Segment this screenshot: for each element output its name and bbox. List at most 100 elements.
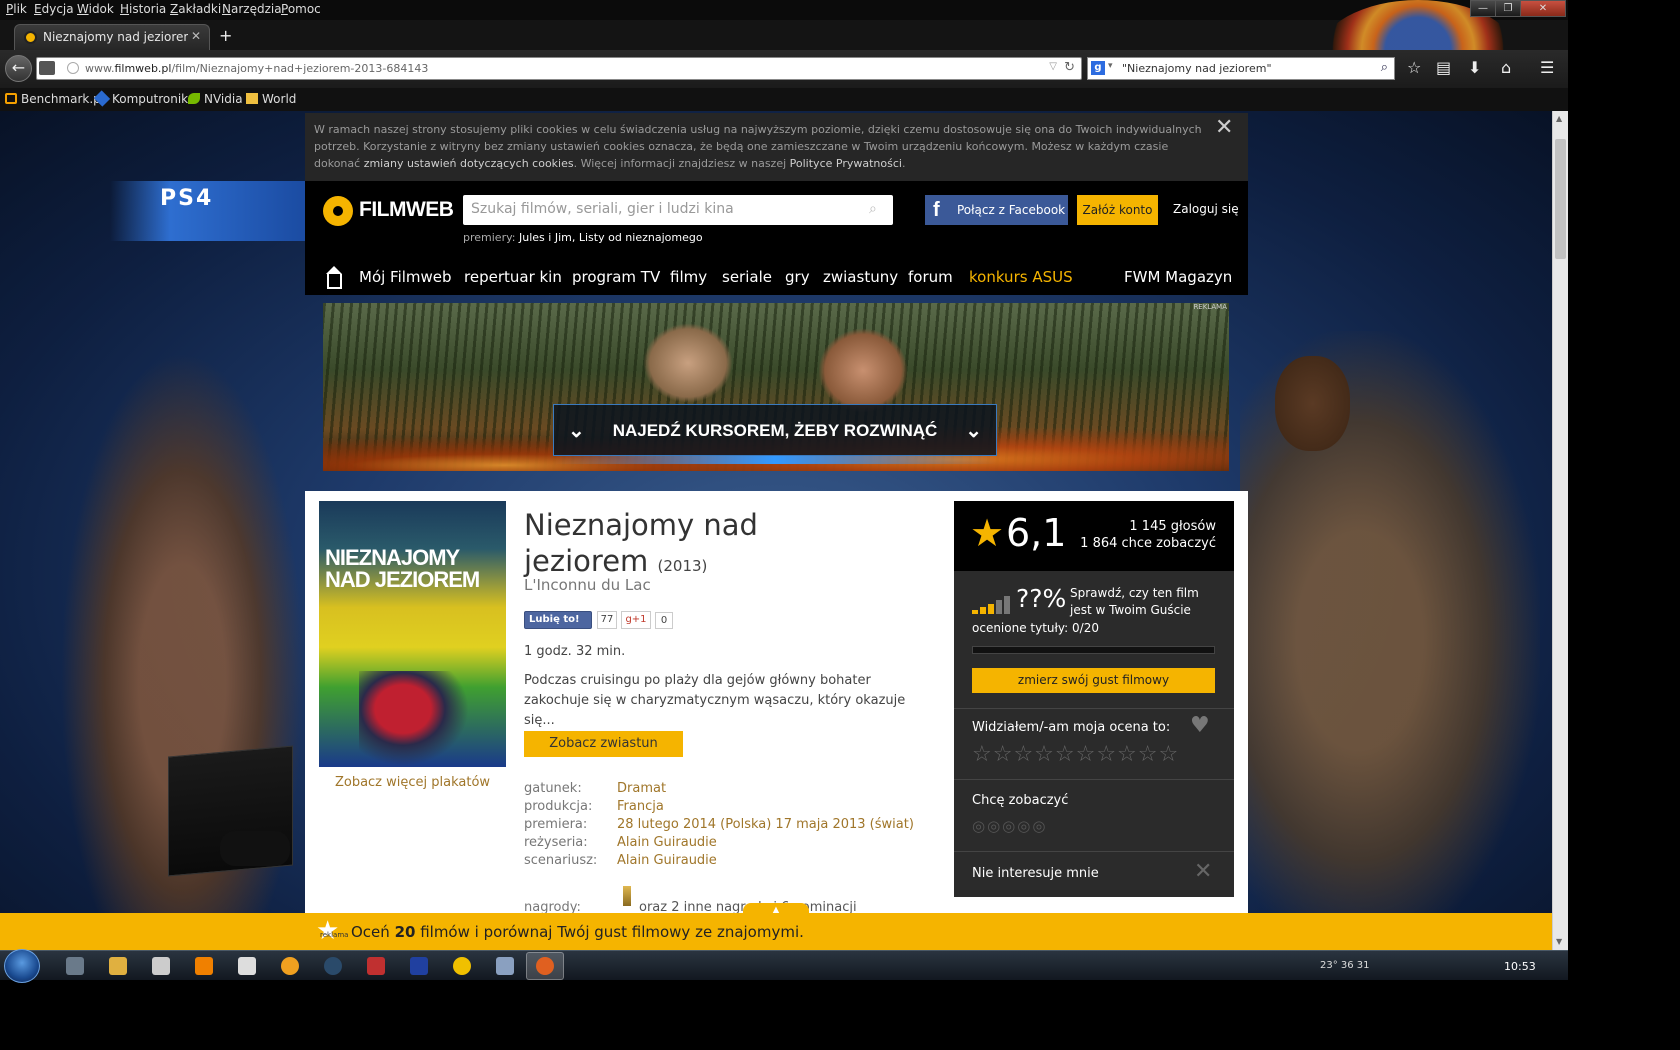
- url-bar[interactable]: www.filmweb.pl/film/Nieznajomy+nad+jezio…: [36, 57, 1082, 80]
- start-button[interactable]: [4, 949, 40, 983]
- taskbar-app-icon[interactable]: [453, 957, 471, 975]
- bookmark-world[interactable]: World: [246, 92, 296, 106]
- page-scrollbar[interactable]: ▲ ▼: [1552, 111, 1568, 950]
- explorer-icon[interactable]: [109, 957, 127, 975]
- bookmark-star-icon[interactable]: ☆: [1407, 58, 1421, 77]
- menu-zakladki[interactable]: Zakładki: [170, 2, 221, 16]
- ad-banner[interactable]: REKLAMA ⌄ NAJEDŹ KURSOREM, ŻEBY ROZWINĄĆ…: [323, 303, 1229, 471]
- cookie-text: . Więcej informacji znajdziesz w naszej: [573, 157, 790, 170]
- back-button[interactable]: ←: [5, 55, 32, 82]
- restore-icon[interactable]: ❐: [1495, 0, 1521, 17]
- nav-moj-filmweb[interactable]: Mój Filmweb: [359, 268, 452, 286]
- watch-trailer-button[interactable]: Zobacz zwiastun: [524, 731, 683, 757]
- taskbar-app-icon[interactable]: [238, 957, 256, 975]
- rated-titles: ocenione tytuły: 0/20: [972, 621, 1099, 635]
- more-posters-link[interactable]: Zobacz więcej plakatów: [319, 775, 506, 790]
- premiere-link[interactable]: Listy od nieznajomego: [579, 231, 703, 244]
- country-link[interactable]: Francja: [617, 799, 664, 814]
- menu-pomoc[interactable]: Pomoc: [281, 2, 321, 16]
- expand-banner-button[interactable]: ⌄ NAJEDŹ KURSOREM, ŻEBY ROZWINĄĆ ⌄: [553, 404, 997, 456]
- bookmark-komputronik[interactable]: Komputronik: [93, 90, 188, 107]
- filmweb-logo-icon[interactable]: [323, 196, 353, 226]
- tab-close-icon[interactable]: ✕: [191, 29, 201, 43]
- taskbar-app-icon[interactable]: [152, 957, 170, 975]
- scroll-thumb[interactable]: [1555, 139, 1566, 259]
- star-rating[interactable]: ☆☆☆☆☆☆☆☆☆☆: [972, 742, 1179, 767]
- system-tray[interactable]: 23° 36 31: [1320, 960, 1370, 971]
- privacy-policy-link[interactable]: Polityce Prywatności: [790, 157, 902, 170]
- bookmark-benchmark[interactable]: Benchmark.pl: [5, 92, 104, 106]
- search-bar[interactable]: g ▾ "Nieznajomy nad jeziorem" ⌕: [1087, 57, 1395, 80]
- want-to-see-eyes-icon[interactable]: ◎◎◎◎◎: [972, 817, 1047, 835]
- menu-plik[interactable]: Plik: [6, 2, 27, 16]
- nav-forum[interactable]: forum: [908, 268, 953, 286]
- taskbar-app-icon[interactable]: [367, 957, 385, 975]
- not-interested-close-icon[interactable]: ✕: [1194, 859, 1212, 884]
- premiere-link[interactable]: Jules i Jim: [519, 231, 572, 244]
- history-dropdown-icon[interactable]: ▽: [1049, 61, 1057, 72]
- menu-narzedzia[interactable]: Narzędzia: [222, 2, 282, 16]
- clock[interactable]: 10:53: [1504, 960, 1536, 973]
- meta-label: produkcja:: [524, 799, 593, 814]
- search-icon[interactable]: ⌕: [1381, 60, 1388, 75]
- nav-konkurs-asus[interactable]: konkurs ASUS: [969, 268, 1073, 286]
- facebook-like-button[interactable]: Lubię to!: [524, 611, 592, 629]
- vote-counts: 1 145 głosów 1 864 chce zobaczyć: [1080, 518, 1216, 552]
- nav-repertuar[interactable]: repertuar kin: [464, 268, 562, 286]
- cookie-settings-link[interactable]: zmiany ustawień dotyczących cookies: [364, 157, 574, 170]
- engine-dropdown-icon[interactable]: ▾: [1108, 61, 1113, 71]
- bookmarks-list-icon[interactable]: ▤: [1436, 58, 1451, 77]
- cookie-close-icon[interactable]: ✕: [1215, 115, 1233, 140]
- director-link[interactable]: Alain Guiraudie: [617, 835, 717, 850]
- film-poster[interactable]: NIEZNAJOMY NAD JEZIOREM: [319, 501, 506, 767]
- minimize-icon[interactable]: —: [1470, 0, 1496, 17]
- close-window-icon[interactable]: ✕: [1520, 0, 1566, 17]
- filmweb-logo[interactable]: FILMWEB: [359, 198, 454, 222]
- steam-icon[interactable]: [324, 957, 342, 975]
- facebook-like-label: Lubię to!: [529, 614, 580, 625]
- scroll-down-icon[interactable]: ▼: [1556, 937, 1562, 946]
- new-tab-icon[interactable]: +: [219, 26, 232, 45]
- google-plus-button[interactable]: g+1: [621, 611, 651, 629]
- url-path: /film/Nieznajomy+nad+jeziorem-2013-68414…: [171, 62, 429, 75]
- taskbar-app-icon[interactable]: [410, 957, 428, 975]
- home-icon[interactable]: [326, 266, 342, 289]
- facebook-connect-button[interactable]: f Połącz z Facebook: [925, 195, 1068, 225]
- login-link[interactable]: Zaloguj się: [1173, 202, 1239, 216]
- nav-seriale[interactable]: seriale: [722, 268, 772, 286]
- award-icon: [623, 886, 631, 906]
- scroll-up-icon[interactable]: ▲: [1556, 114, 1562, 123]
- home-icon[interactable]: ⌂: [1501, 58, 1511, 77]
- register-button[interactable]: Załóż konto: [1077, 195, 1158, 225]
- measure-taste-button[interactable]: zmierz swój gust filmowy: [972, 668, 1215, 693]
- menu-edycja[interactable]: Edycja: [34, 2, 74, 16]
- google-icon[interactable]: g: [1091, 61, 1105, 75]
- menu-widok[interactable]: Widok: [77, 2, 114, 16]
- heart-icon[interactable]: ♥: [1190, 713, 1210, 738]
- want-count: 1 864 chce zobaczyć: [1080, 536, 1216, 551]
- downloads-icon[interactable]: ⬇: [1468, 58, 1481, 77]
- menu-hamburger-icon[interactable]: ☰: [1540, 58, 1554, 77]
- premiere-dates[interactable]: 28 lutego 2014 (Polska) 17 maja 2013 (św…: [617, 817, 914, 832]
- menu-historia[interactable]: Historia: [120, 2, 166, 16]
- site-search-input[interactable]: Szukaj filmów, seriali, gier i ludzi kin…: [463, 195, 893, 225]
- nav-zwiastuny[interactable]: zwiastuny: [823, 268, 898, 286]
- bookmark-nvidia[interactable]: NVidia: [188, 92, 243, 106]
- reload-icon[interactable]: ↻: [1064, 60, 1075, 75]
- nav-gry[interactable]: gry: [785, 268, 810, 286]
- genre-link[interactable]: Dramat: [617, 781, 666, 796]
- nav-fwm-magazyn[interactable]: FWM Magazyn: [1124, 268, 1232, 286]
- ps4-controller-image[interactable]: [220, 831, 290, 866]
- taskbar-app-icon[interactable]: [281, 957, 299, 975]
- vlc-icon[interactable]: [195, 957, 213, 975]
- writer-link[interactable]: Alain Guiraudie: [617, 853, 717, 868]
- bottom-promo-bar[interactable]: ★ reklama Oceń 20 filmów i porównaj Twój…: [0, 913, 1552, 950]
- browser-tab[interactable]: Nieznajomy nad jeziorem (... ✕: [14, 24, 210, 50]
- taskbar-app-icon[interactable]: [496, 957, 514, 975]
- taskbar-app-icon[interactable]: [66, 957, 84, 975]
- search-icon[interactable]: ⌕: [869, 201, 877, 217]
- nav-filmy[interactable]: filmy: [670, 268, 707, 286]
- ps4-logo[interactable]: PS4: [160, 186, 213, 211]
- firefox-icon[interactable]: [536, 957, 554, 975]
- nav-program-tv[interactable]: program TV: [572, 268, 660, 286]
